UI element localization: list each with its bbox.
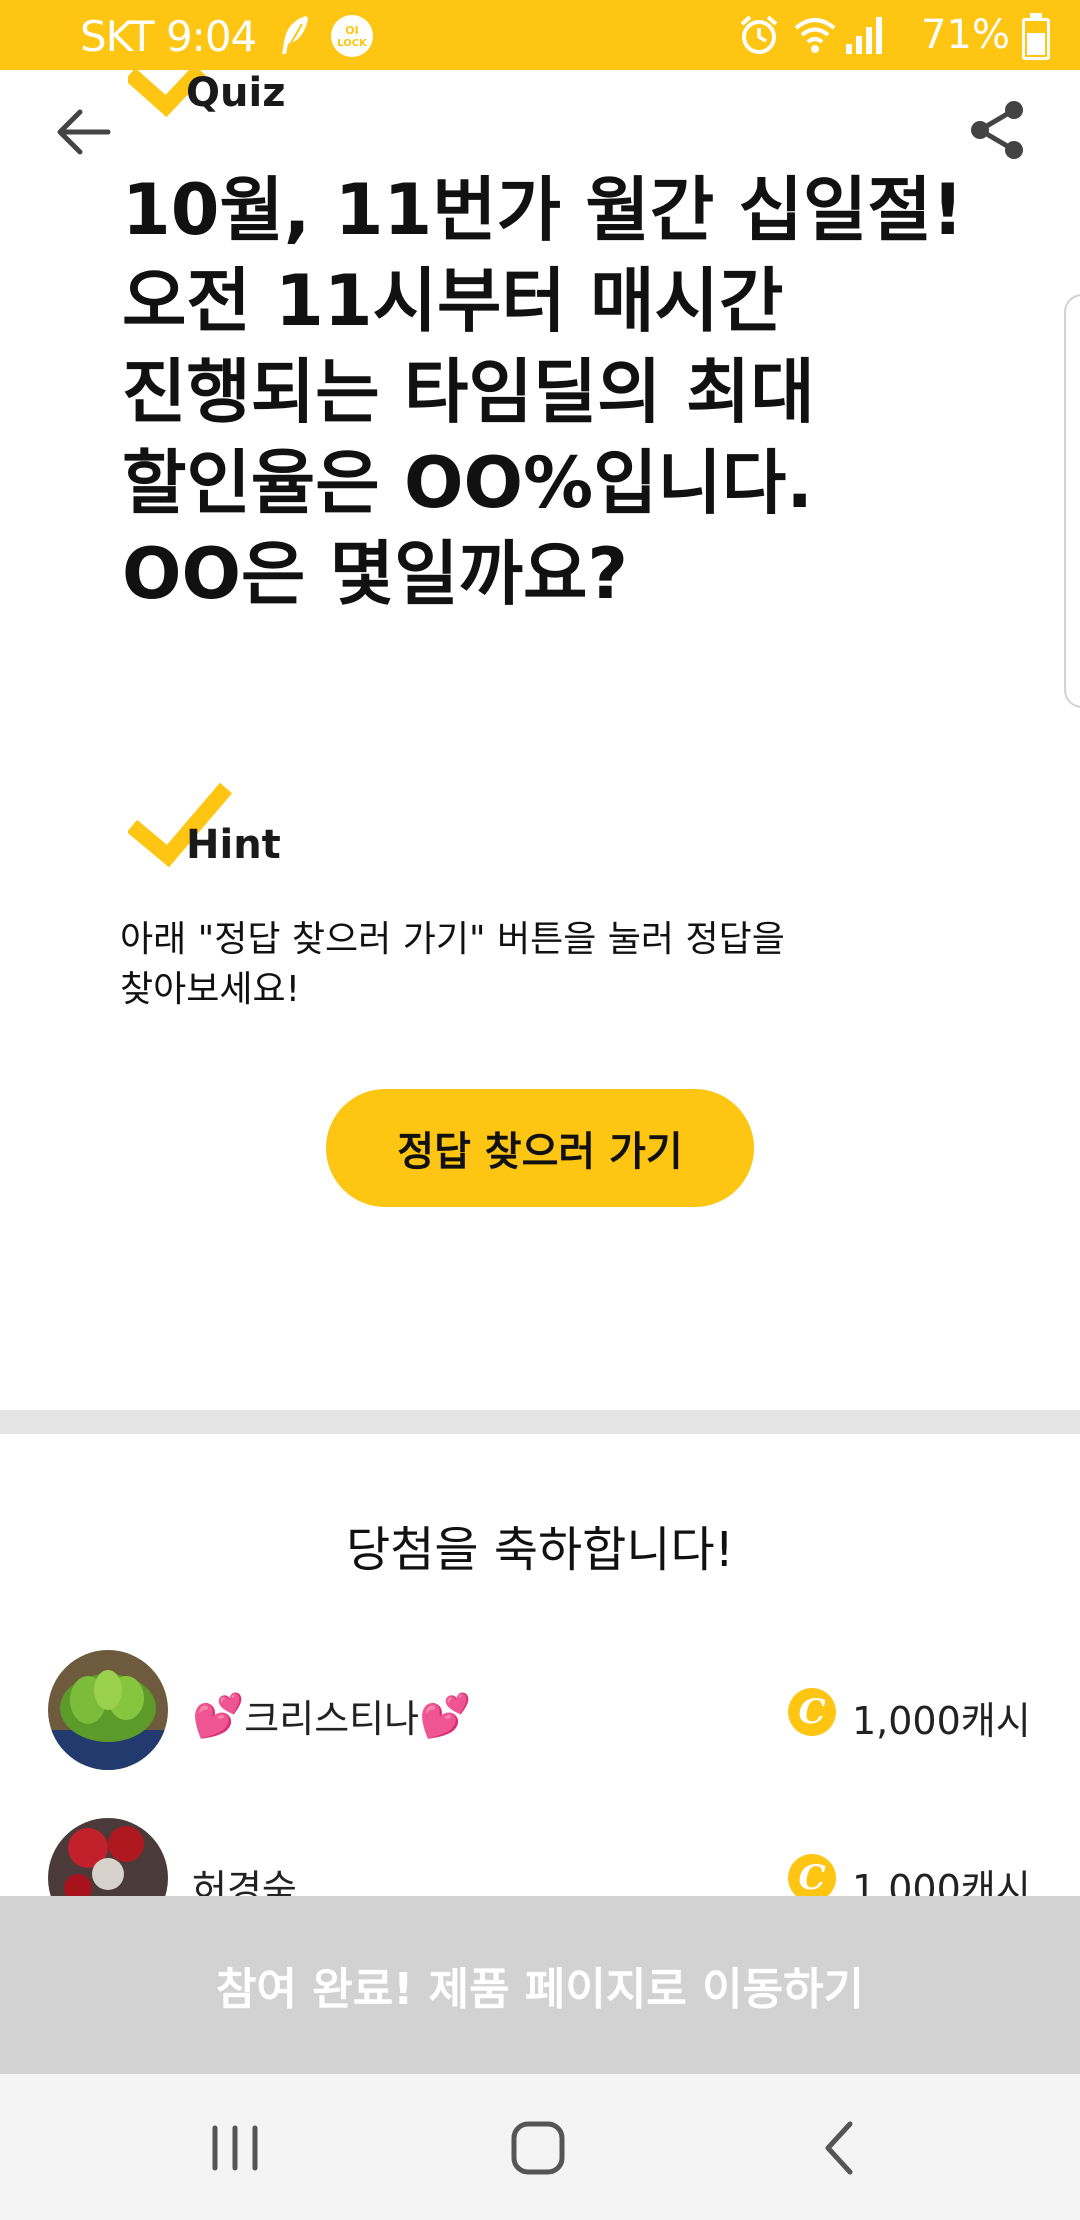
signal-icon <box>846 17 882 54</box>
hint-label: Hint <box>186 822 281 868</box>
quiz-question: 10월, 11번가 월간 십일절! 오전 11시부터 매시간 진행되는 타임딜의… <box>122 165 982 620</box>
question-line: OO은 몇일까요? <box>122 533 628 615</box>
go-to-product-button[interactable]: 참여 완료! 제품 페이지로 이동하기 <box>0 1896 1080 2074</box>
winners-title: 당첨을 축하합니다! <box>346 1522 734 1578</box>
hearts-emoji: 💕 <box>192 1690 245 1740</box>
winner-amount: 1,000캐시 <box>852 1699 1031 1743</box>
wifi-icon <box>794 18 836 53</box>
svg-text:LOCK: LOCK <box>337 38 368 49</box>
hint-text-line: 찾아보세요! <box>120 969 301 1010</box>
cash-coin-icon: C <box>788 1854 836 1902</box>
feather-icon <box>282 16 308 54</box>
side-panel-handle[interactable] <box>1064 294 1080 708</box>
status-bar: SKT 9:04 OI LOCK 71% <box>0 0 1080 70</box>
hearts-emoji: 💕 <box>419 1690 472 1740</box>
home-icon[interactable] <box>500 2110 576 2186</box>
hint-text-line: 아래 "정답 찾으러 가기" 버튼을 눌러 정답을 <box>120 919 785 960</box>
question-line: 진행되는 타임딜의 최대 <box>122 351 815 433</box>
avatar <box>48 1650 168 1770</box>
question-line: 10월, 11번가 월간 십일절! <box>122 169 964 251</box>
battery-icon <box>1022 13 1050 60</box>
cash-coin-icon: C <box>788 1688 836 1736</box>
carrier-time: SKT 9:04 <box>80 12 257 61</box>
svg-text:OI: OI <box>345 24 358 37</box>
quiz-label: Quiz <box>186 70 286 116</box>
battery-percent: 71% <box>921 12 1010 58</box>
question-line: 오전 11시부터 매시간 <box>122 260 784 342</box>
question-line: 할인율은 OO%입니다. <box>122 442 813 524</box>
oi-lock-icon: OI LOCK <box>331 15 373 57</box>
back-arrow-icon[interactable] <box>52 100 116 164</box>
winner-row[interactable]: 💕 크리스티나 💕 C 1,000캐시 <box>0 1650 1080 1780</box>
hint-text: 아래 "정답 찾으러 가기" 버튼을 눌러 정답을 찾아보세요! <box>120 915 900 1015</box>
alarm-icon <box>740 15 778 54</box>
share-icon[interactable] <box>966 98 1030 162</box>
recent-apps-icon[interactable] <box>197 2110 273 2186</box>
section-divider <box>0 1410 1080 1434</box>
winner-name-text: 크리스티나 <box>244 1697 420 1741</box>
find-answer-button[interactable]: 정답 찾으러 가기 <box>326 1089 754 1207</box>
winner-name: 💕 크리스티나 💕 <box>192 1688 471 1743</box>
back-icon[interactable] <box>802 2110 878 2186</box>
